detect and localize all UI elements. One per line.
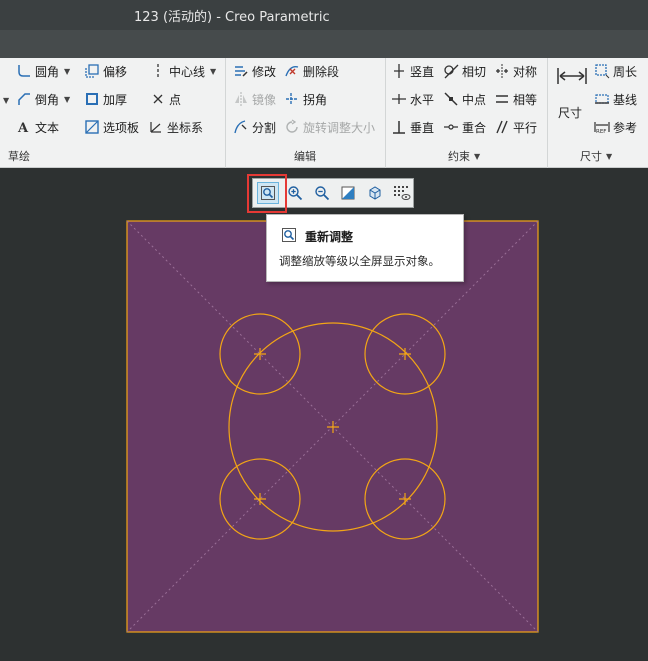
- display-style-button[interactable]: [364, 182, 386, 204]
- refit-icon: [282, 228, 296, 242]
- zoom-out-icon: [314, 186, 329, 201]
- tooltip-title: 重新调整: [305, 230, 354, 244]
- zoom-in-button[interactable]: [284, 182, 306, 204]
- sketcher-display-button[interactable]: [391, 182, 413, 204]
- zoom-out-button[interactable]: [311, 182, 333, 204]
- refit-highlight-box: [247, 174, 287, 213]
- sketch-canvas[interactable]: [0, 0, 648, 661]
- zoom-in-icon: [288, 186, 302, 201]
- display-style-icon: [369, 186, 381, 200]
- repaint-button[interactable]: [338, 182, 360, 204]
- tooltip-description: 调整缩放等级以全屏显示对象。: [279, 254, 440, 268]
- sketcher-display-filter-icon: [394, 186, 411, 200]
- repaint-icon: [341, 186, 355, 200]
- refit-tooltip: 重新调整 调整缩放等级以全屏显示对象。: [266, 214, 464, 282]
